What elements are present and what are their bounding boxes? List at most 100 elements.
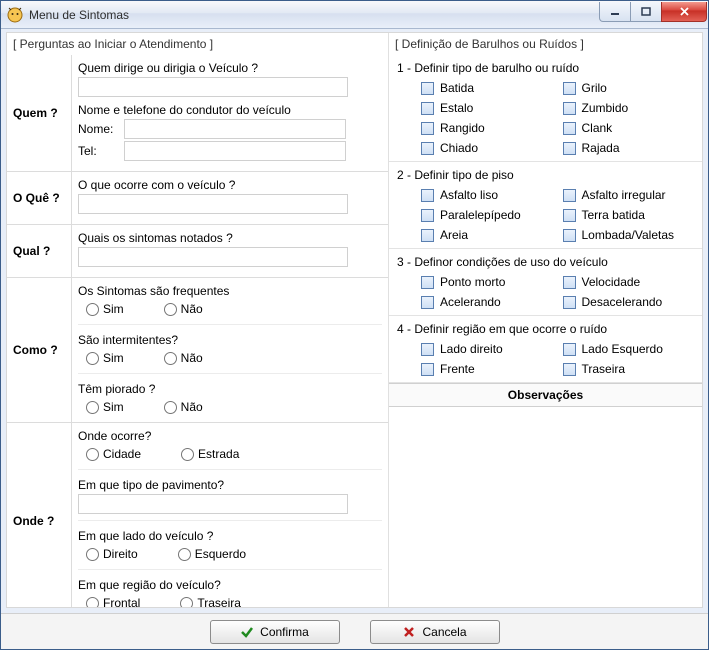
oque-input[interactable] — [78, 194, 348, 214]
onde-q3-label: Em que lado do veículo ? — [78, 529, 382, 543]
check-g2-2[interactable]: Paralelepípedo — [421, 208, 553, 222]
quem-q1-input[interactable] — [78, 77, 348, 97]
check-g3-3[interactable]: Desacelerando — [563, 295, 695, 309]
right-scroll[interactable]: 1 - Definir tipo de barulho ou ruído Bat… — [389, 55, 702, 607]
confirm-button[interactable]: Confirma — [210, 620, 340, 644]
check-g2-3[interactable]: Terra batida — [563, 208, 695, 222]
check-g1-0[interactable]: Batida — [421, 81, 553, 95]
onde-q2-input[interactable] — [78, 494, 348, 514]
x-icon — [402, 625, 416, 639]
left-scroll[interactable]: Quem ? Quem dirige ou dirigia o Veículo … — [7, 55, 388, 607]
onde-q4-frontal[interactable]: Frontal — [86, 596, 140, 607]
check-g1-1[interactable]: Grilo — [563, 81, 695, 95]
check-g1-7[interactable]: Rajada — [563, 141, 695, 155]
window-buttons — [600, 1, 708, 28]
check-g1-2[interactable]: Estalo — [421, 101, 553, 115]
app-icon — [7, 7, 23, 23]
checkbox-icon — [421, 142, 434, 155]
check-g4-1[interactable]: Lado Esquerdo — [563, 342, 695, 356]
checkbox-icon — [563, 189, 576, 202]
check-label: Lado direito — [440, 342, 503, 356]
row-onde: Onde ? Onde ocorre? Cidade Estrada Em qu — [7, 423, 388, 607]
minimize-button[interactable] — [599, 2, 631, 22]
check-g3-2[interactable]: Acelerando — [421, 295, 553, 309]
onde-q1-cidade[interactable]: Cidade — [86, 447, 141, 461]
checkbox-icon — [563, 296, 576, 309]
como-q2-label: São intermitentes? — [78, 333, 382, 347]
right-header: [ Definição de Barulhos ou Ruídos ] — [389, 33, 702, 55]
checkbox-icon — [563, 122, 576, 135]
group-2: 2 - Definir tipo de piso Asfalto liso Asf… — [389, 162, 702, 249]
cancel-button[interactable]: Cancela — [370, 620, 500, 644]
como-q2-nao[interactable]: Não — [164, 351, 203, 365]
side-quem: Quem ? — [7, 55, 72, 171]
como-q3-sim[interactable]: Sim — [86, 400, 124, 414]
checkbox-icon — [563, 82, 576, 95]
check-g2-4[interactable]: Areia — [421, 228, 553, 242]
qual-label: Quais os sintomas notados ? — [78, 231, 382, 245]
maximize-button[interactable] — [630, 2, 662, 22]
left-header: [ Perguntas ao Iniciar o Atendimento ] — [7, 33, 388, 55]
row-oque: O Quê ? O que ocorre com o veículo ? — [7, 172, 388, 225]
onde-q1-estrada[interactable]: Estrada — [181, 447, 239, 461]
checkbox-icon — [563, 209, 576, 222]
onde-q4-traseira[interactable]: Traseira — [180, 596, 241, 607]
check-g1-5[interactable]: Clank — [563, 121, 695, 135]
row-quem: Quem ? Quem dirige ou dirigia o Veículo … — [7, 55, 388, 172]
check-g3-1[interactable]: Velocidade — [563, 275, 695, 289]
checkbox-icon — [563, 343, 576, 356]
check-g1-6[interactable]: Chiado — [421, 141, 553, 155]
checkbox-icon — [421, 229, 434, 242]
como-q1-sim[interactable]: Sim — [86, 302, 124, 316]
check-label: Estalo — [440, 101, 473, 115]
group-1-grid: Batida Grilo Estalo Zumbido Rangido Clank Chia… — [397, 81, 694, 155]
check-label: Acelerando — [440, 295, 501, 309]
panes: [ Perguntas ao Iniciar o Atendimento ] Q… — [6, 32, 703, 608]
check-g4-3[interactable]: Traseira — [563, 362, 695, 376]
right-panel: [ Definição de Barulhos ou Ruídos ] 1 - … — [389, 33, 702, 607]
checkbox-icon — [421, 363, 434, 376]
check-g2-0[interactable]: Asfalto liso — [421, 188, 553, 202]
onde-q3-direito[interactable]: Direito — [86, 547, 138, 561]
checkbox-icon — [563, 363, 576, 376]
observacoes-body[interactable] — [389, 407, 702, 607]
group-3-grid: Ponto morto Velocidade Acelerando Desaceler… — [397, 275, 694, 309]
window: Menu de Sintomas [ Perguntas ao Iniciar … — [0, 0, 709, 650]
row-qual: Qual ? Quais os sintomas notados ? — [7, 225, 388, 278]
check-g2-5[interactable]: Lombada/Valetas — [563, 228, 695, 242]
checkbox-icon — [563, 102, 576, 115]
checkbox-icon — [421, 102, 434, 115]
como-q2-sim[interactable]: Sim — [86, 351, 124, 365]
group-2-title: 2 - Definir tipo de piso — [397, 168, 694, 182]
check-g1-3[interactable]: Zumbido — [563, 101, 695, 115]
check-label: Chiado — [440, 141, 478, 155]
titlebar: Menu de Sintomas — [1, 1, 708, 29]
check-label: Lado Esquerdo — [582, 342, 663, 356]
como-q3-nao[interactable]: Não — [164, 400, 203, 414]
checkbox-icon — [421, 82, 434, 95]
qual-input[interactable] — [78, 247, 348, 267]
close-button[interactable] — [661, 2, 707, 22]
quem-q1-label: Quem dirige ou dirigia o Veículo ? — [78, 61, 382, 75]
group-4-title: 4 - Definir região em que ocorre o ruído — [397, 322, 694, 336]
check-g1-4[interactable]: Rangido — [421, 121, 553, 135]
left-panel: [ Perguntas ao Iniciar o Atendimento ] Q… — [7, 33, 389, 607]
check-label: Paralelepípedo — [440, 208, 521, 222]
quem-tel-input[interactable] — [124, 141, 346, 161]
check-g4-2[interactable]: Frente — [421, 362, 553, 376]
group-1: 1 - Definir tipo de barulho ou ruído Bat… — [389, 55, 702, 162]
check-label: Rajada — [582, 141, 620, 155]
check-g2-1[interactable]: Asfalto irregular — [563, 188, 695, 202]
onde-q3-esquerdo[interactable]: Esquerdo — [178, 547, 246, 561]
como-q1-nao[interactable]: Não — [164, 302, 203, 316]
check-label: Frente — [440, 362, 475, 376]
onde-q1-label: Onde ocorre? — [78, 429, 382, 443]
oque-label: O que ocorre com o veículo ? — [78, 178, 382, 192]
check-g4-0[interactable]: Lado direito — [421, 342, 553, 356]
check-label: Velocidade — [582, 275, 641, 289]
check-g3-0[interactable]: Ponto morto — [421, 275, 553, 289]
client-area: [ Perguntas ao Iniciar o Atendimento ] Q… — [1, 29, 708, 613]
quem-nome-input[interactable] — [124, 119, 346, 139]
check-label: Ponto morto — [440, 275, 505, 289]
check-label: Batida — [440, 81, 474, 95]
